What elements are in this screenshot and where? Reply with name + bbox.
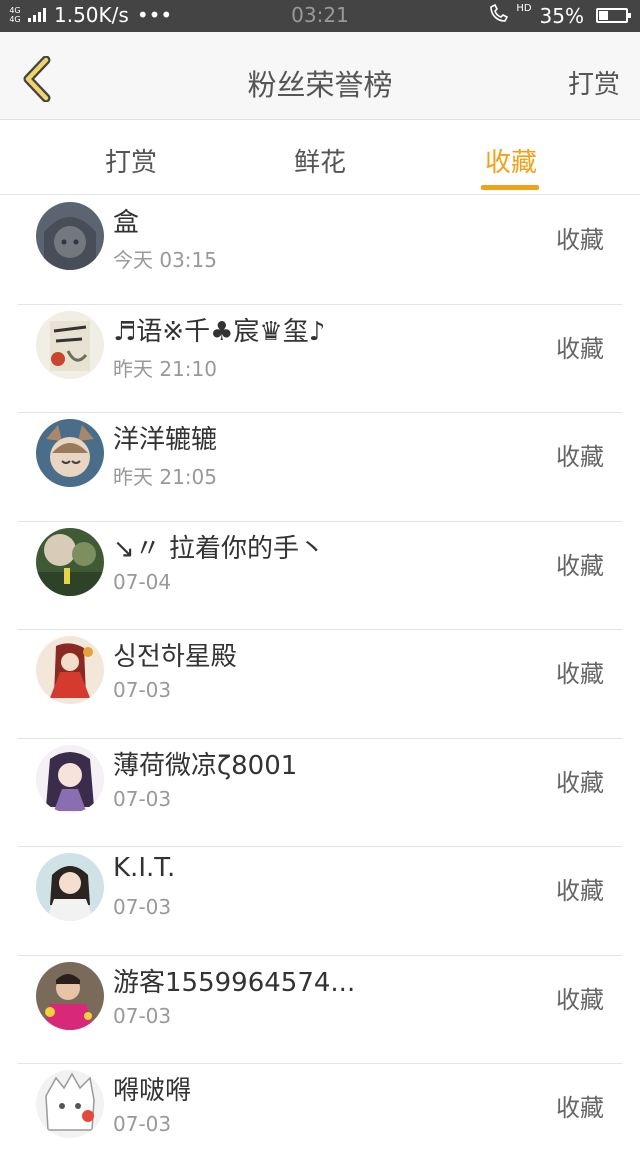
user-name: 盒	[113, 208, 140, 238]
item-time: 07-03	[113, 786, 172, 811]
call-hd-icon: HD	[488, 3, 532, 28]
user-name: 싱전하星殿	[113, 642, 237, 672]
tab-label: 收藏	[484, 148, 537, 178]
avatar[interactable]	[36, 636, 104, 704]
tab-favorites[interactable]: 收藏	[441, 120, 581, 195]
tab-bar: 打赏 鲜花 收藏	[0, 120, 640, 195]
list-item[interactable]: 洋洋辘辘 昨天 21:05 收藏	[0, 413, 640, 522]
item-time: 07-03	[113, 895, 172, 919]
item-time: 今天 03:15	[113, 248, 217, 272]
favorite-label: 收藏	[556, 1094, 604, 1122]
tip-button[interactable]: 打赏	[568, 64, 620, 101]
list-item[interactable]: 薄荷微凉ζ8001 07-03 收藏	[0, 739, 640, 847]
favorite-label: 收藏	[556, 660, 604, 688]
avatar[interactable]	[36, 744, 104, 813]
favorite-label: 收藏	[556, 551, 604, 580]
item-time: 07-04	[113, 569, 172, 594]
favorite-label: 收藏	[556, 877, 604, 905]
favorite-label: 收藏	[556, 443, 604, 471]
list-item[interactable]: K.I.T. 07-03 收藏	[0, 847, 640, 956]
favorite-label: 收藏	[556, 985, 604, 1014]
tab-tip[interactable]: 打赏	[61, 120, 201, 195]
avatar[interactable]	[36, 961, 104, 1030]
tab-flowers[interactable]: 鲜花	[250, 120, 390, 195]
item-time: 07-03	[113, 678, 172, 702]
avatar[interactable]	[36, 527, 104, 596]
list-item[interactable]: ♬语※千♣宸♛玺♪ 昨天 21:10 收藏	[0, 305, 640, 413]
item-time: 昨天 21:10	[113, 356, 217, 381]
hd-label: HD	[516, 3, 532, 14]
fan-list: 盒 今天 03:15 收藏 ♬语※千♣宸♛玺♪ 昨天 21:10 收藏 洋洋辘辘…	[0, 196, 640, 1173]
page-title: 粉丝荣誉榜	[247, 68, 393, 102]
nav-bar: 粉丝荣誉榜 打赏	[0, 32, 640, 120]
favorite-label: 收藏	[556, 768, 604, 797]
user-name: 游客1559964574...	[113, 967, 356, 998]
avatar[interactable]	[36, 202, 104, 270]
item-time: 07-03	[113, 1003, 172, 1028]
tab-indicator	[481, 185, 539, 190]
avatar[interactable]	[36, 853, 104, 921]
favorite-label: 收藏	[556, 334, 604, 363]
tab-label: 鲜花	[293, 148, 346, 178]
user-name: K.I.T.	[113, 853, 176, 883]
favorite-label: 收藏	[556, 226, 604, 254]
user-name: 洋洋辘辘	[113, 425, 218, 455]
list-item[interactable]: 싱전하星殿 07-03 收藏	[0, 630, 640, 739]
avatar[interactable]	[36, 310, 104, 379]
user-name: ↘〃 拉着你的手丶	[113, 533, 326, 564]
item-time: 07-03	[113, 1112, 172, 1136]
status-right: HD 35%	[488, 3, 631, 28]
user-name: ♬语※千♣宸♛玺♪	[113, 316, 326, 347]
battery-percent: 35%	[539, 3, 584, 28]
list-item[interactable]: ↘〃 拉着你的手丶 07-04 收藏	[0, 522, 640, 630]
user-name: 嘚啵嘚	[113, 1076, 192, 1106]
list-item[interactable]: 游客1559964574... 07-03 收藏	[0, 956, 640, 1064]
status-bar: 4G 4G 1.50K/s ••• 03:21 HD 35%	[0, 0, 640, 32]
tab-label: 打赏	[104, 148, 157, 178]
avatar[interactable]	[36, 1070, 104, 1138]
user-name: 薄荷微凉ζ8001	[113, 750, 298, 781]
battery-icon	[596, 8, 631, 23]
list-item[interactable]: 嘚啵嘚 07-03 收藏	[0, 1064, 640, 1173]
avatar[interactable]	[36, 419, 104, 487]
list-item[interactable]: 盒 今天 03:15 收藏	[0, 196, 640, 305]
item-time: 昨天 21:05	[113, 465, 217, 489]
